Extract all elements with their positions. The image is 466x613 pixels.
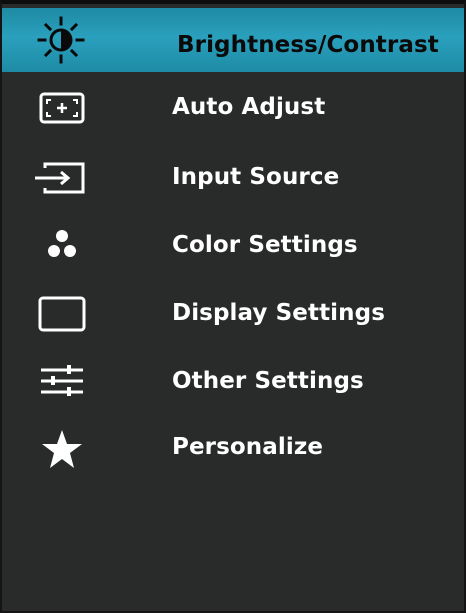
menu-item-label: Display Settings bbox=[172, 300, 385, 326]
brightness-icon bbox=[37, 16, 85, 64]
osd-menu-panel: Brightness/Contrast Auto Adjust Input So… bbox=[0, 0, 466, 613]
display-settings-icon bbox=[38, 296, 86, 332]
menu-item-label: Input Source bbox=[172, 164, 340, 190]
menu-item-label: Other Settings bbox=[172, 368, 364, 394]
star-icon bbox=[42, 430, 82, 468]
menu-item-label: Auto Adjust bbox=[172, 94, 326, 120]
input-source-icon bbox=[35, 162, 85, 194]
menu-item-label: Brightness/Contrast bbox=[177, 32, 439, 58]
color-settings-icon bbox=[48, 230, 76, 257]
menu-item-input-source[interactable]: Input Source bbox=[2, 144, 464, 212]
menu-item-display-settings[interactable]: Display Settings bbox=[2, 280, 464, 348]
menu-item-personalize[interactable]: Personalize bbox=[2, 416, 464, 484]
menu-item-brightness-contrast[interactable]: Brightness/Contrast bbox=[2, 8, 464, 72]
auto-adjust-icon bbox=[39, 92, 85, 124]
menu-item-label: Personalize bbox=[172, 434, 324, 460]
menu-item-color-settings[interactable]: Color Settings bbox=[2, 212, 464, 280]
menu-item-label: Color Settings bbox=[172, 232, 358, 258]
menu-item-auto-adjust[interactable]: Auto Adjust bbox=[2, 76, 464, 144]
sliders-icon bbox=[41, 365, 83, 396]
menu-item-other-settings[interactable]: Other Settings bbox=[2, 348, 464, 416]
